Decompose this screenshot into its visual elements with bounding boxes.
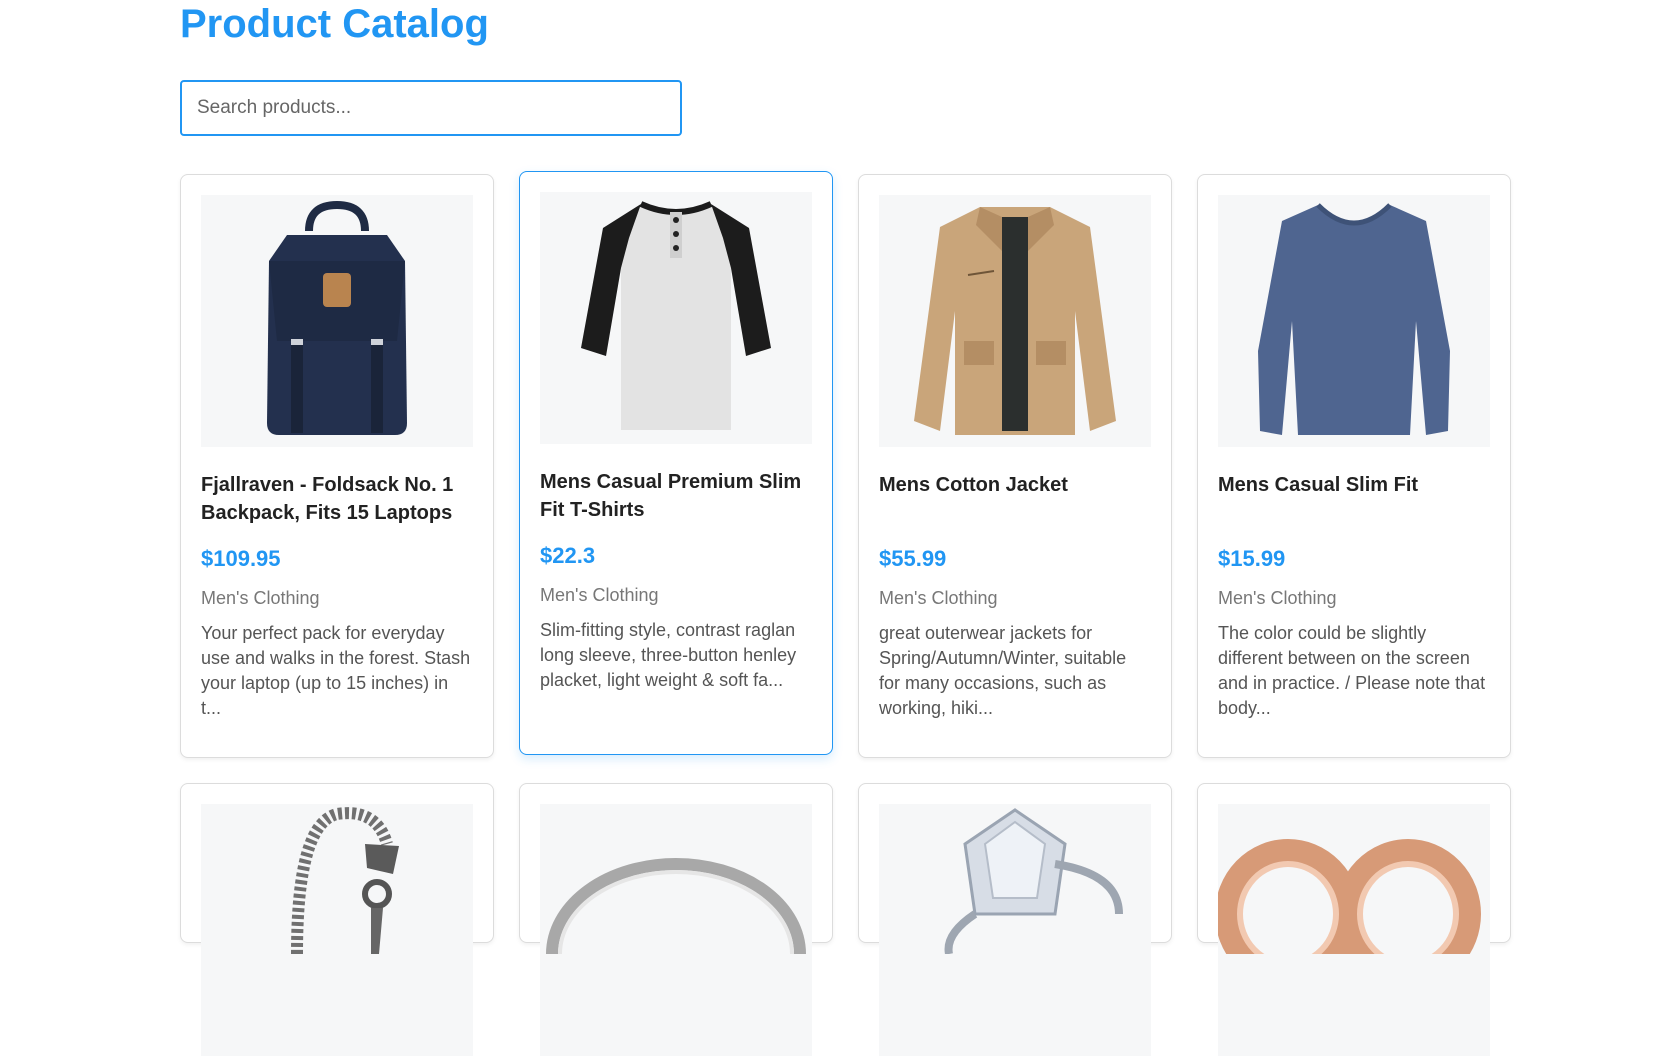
product-card[interactable] xyxy=(519,783,833,1056)
product-name: Mens Casual Slim Fit xyxy=(1218,474,1419,496)
product-price: $15.99 xyxy=(1218,546,1286,571)
product-card[interactable]: Mens Casual Premium Slim Fit T-Shirts $2… xyxy=(519,171,833,755)
product-price: $109.95 xyxy=(201,546,281,571)
product-price: $55.99 xyxy=(879,546,947,571)
silver-ring-image xyxy=(540,804,812,1056)
product-card[interactable] xyxy=(1197,783,1511,1056)
product-grid: Fjallraven - Foldsack No. 1 Backpack, Fi… xyxy=(180,171,1513,1056)
product-description: great outerwear jackets for Spring/Autum… xyxy=(879,623,1127,718)
product-description: Slim-fitting style, contrast raglan long… xyxy=(540,620,797,690)
product-card[interactable] xyxy=(180,783,494,1056)
product-price: $22.3 xyxy=(540,543,596,568)
dragon-bracelet-image xyxy=(201,804,473,1056)
page-title: Product Catalog xyxy=(180,2,489,46)
jacket-image xyxy=(879,195,1151,447)
product-description: The color could be slightly different be… xyxy=(1218,623,1486,718)
product-category: Men's Clothing xyxy=(540,585,659,605)
product-category: Men's Clothing xyxy=(879,588,998,608)
product-card[interactable] xyxy=(858,783,1172,1056)
product-name: Mens Casual Premium Slim Fit T-Shirts xyxy=(540,471,802,521)
product-card[interactable]: Mens Casual Slim Fit $15.99 Men's Clothi… xyxy=(1197,174,1511,758)
rose-gold-earrings-image xyxy=(1218,804,1490,1056)
diamond-ring-image xyxy=(879,804,1151,1056)
search-input[interactable] xyxy=(180,80,682,136)
product-category: Men's Clothing xyxy=(201,588,320,608)
long-sleeve-shirt-image xyxy=(1218,195,1490,447)
product-name: Fjallraven - Foldsack No. 1 Backpack, Fi… xyxy=(201,474,454,524)
raglan-shirt-image xyxy=(540,192,812,444)
product-category: Men's Clothing xyxy=(1218,588,1337,608)
product-card[interactable]: Fjallraven - Foldsack No. 1 Backpack, Fi… xyxy=(180,174,494,758)
product-card[interactable]: Mens Cotton Jacket $55.99 Men's Clothing… xyxy=(858,174,1172,758)
product-description: Your perfect pack for everyday use and w… xyxy=(201,623,471,718)
product-name: Mens Cotton Jacket xyxy=(879,474,1068,496)
catalog-page: Product Catalog Fjallraven - Foldsack No… xyxy=(0,0,1673,1056)
backpack-image xyxy=(201,195,473,447)
